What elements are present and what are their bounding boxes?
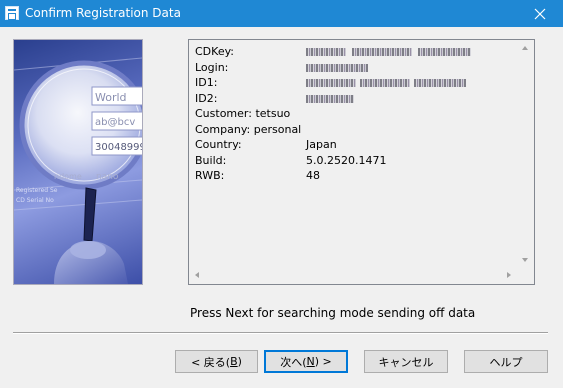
info-row-id1: ID1: — [195, 75, 516, 91]
back-button[interactable]: < 戻る(B) — [175, 350, 258, 373]
registration-info-box[interactable]: CDKey: Login: ID1: ID2: Customer: tetsuo… — [188, 39, 535, 285]
illustration-label-nano: nano — [96, 172, 119, 182]
scroll-up-icon[interactable] — [522, 46, 528, 50]
info-row-build: Build: 5.0.2520.1471 — [195, 153, 516, 169]
info-value: 48 — [306, 169, 320, 182]
info-label: ID1: — [195, 76, 218, 89]
info-row-rwb: RWB: 48 — [195, 168, 516, 184]
scroll-corner — [517, 267, 534, 284]
illustration-field-3: 30048999 — [95, 142, 142, 153]
redacted-value — [306, 63, 368, 72]
separator-line — [13, 332, 548, 334]
info-label: Customer: tetsuo — [195, 107, 291, 120]
next-accelerator: N — [306, 355, 315, 368]
next-label-pre: 次へ( — [280, 355, 307, 369]
magnifier-image: World ab@bcv 30048999 nano ndome Registe… — [14, 57, 142, 284]
magnifier-illustration: World ab@bcv 30048999 nano ndome Registe… — [13, 39, 143, 285]
info-label: ID2: — [195, 91, 218, 105]
vertical-scrollbar[interactable] — [517, 40, 534, 268]
info-label: Company: personal — [195, 122, 302, 136]
title-bar[interactable]: Confirm Registration Data — [0, 0, 563, 27]
registration-app-icon — [5, 6, 19, 20]
next-label-post: ) > — [314, 355, 332, 368]
help-label: ヘルプ — [489, 355, 523, 369]
illustration-field-2: ab@bcv — [95, 117, 135, 128]
info-row-cdkey: CDKey: — [195, 44, 516, 60]
info-row-country: Country: Japan — [195, 137, 516, 153]
close-icon — [534, 8, 546, 19]
cancel-button[interactable]: キャンセル — [364, 350, 448, 373]
illustration-field-1: World — [95, 91, 127, 104]
dialog-window: Confirm Registration Data World ab@bcv 3… — [0, 0, 563, 388]
close-button[interactable] — [517, 0, 563, 27]
info-value: Japan — [306, 138, 337, 151]
illustration-side-text-1: Registered Se — [16, 187, 58, 194]
scroll-left-icon[interactable] — [195, 272, 199, 278]
info-row-id2: ID2: — [195, 91, 516, 107]
next-button[interactable]: 次へ(N) > — [264, 350, 348, 373]
window-title: Confirm Registration Data — [25, 6, 181, 20]
info-row-company: Company: personal — [195, 122, 516, 138]
info-row-login: Login: — [195, 60, 516, 76]
info-label: RWB: — [195, 169, 225, 182]
redacted-value — [306, 94, 354, 103]
scroll-right-icon[interactable] — [507, 272, 511, 278]
info-label: Build: — [195, 153, 227, 167]
info-label: Login: — [195, 60, 229, 74]
status-message: Press Next for searching mode sending of… — [190, 306, 476, 320]
redacted-value — [306, 79, 466, 87]
info-value: 5.0.2520.1471 — [306, 153, 387, 167]
back-accelerator: B — [230, 355, 238, 368]
info-label: Country: — [195, 138, 242, 151]
back-label-pre: < 戻る( — [191, 355, 231, 369]
back-label-post: ) — [237, 355, 242, 368]
info-rows: CDKey: Login: ID1: ID2: Customer: tetsuo… — [195, 44, 516, 184]
horizontal-scrollbar[interactable] — [189, 267, 517, 284]
info-row-customer: Customer: tetsuo — [195, 106, 516, 122]
redacted-value — [306, 48, 471, 56]
illustration-side-text-2: CD Serial No — [16, 197, 54, 204]
cancel-label: キャンセル — [378, 355, 434, 369]
illustration-label-ndome: ndome — [54, 172, 82, 181]
help-button[interactable]: ヘルプ — [464, 350, 548, 373]
scroll-down-icon[interactable] — [522, 258, 528, 262]
info-label: CDKey: — [195, 45, 234, 58]
